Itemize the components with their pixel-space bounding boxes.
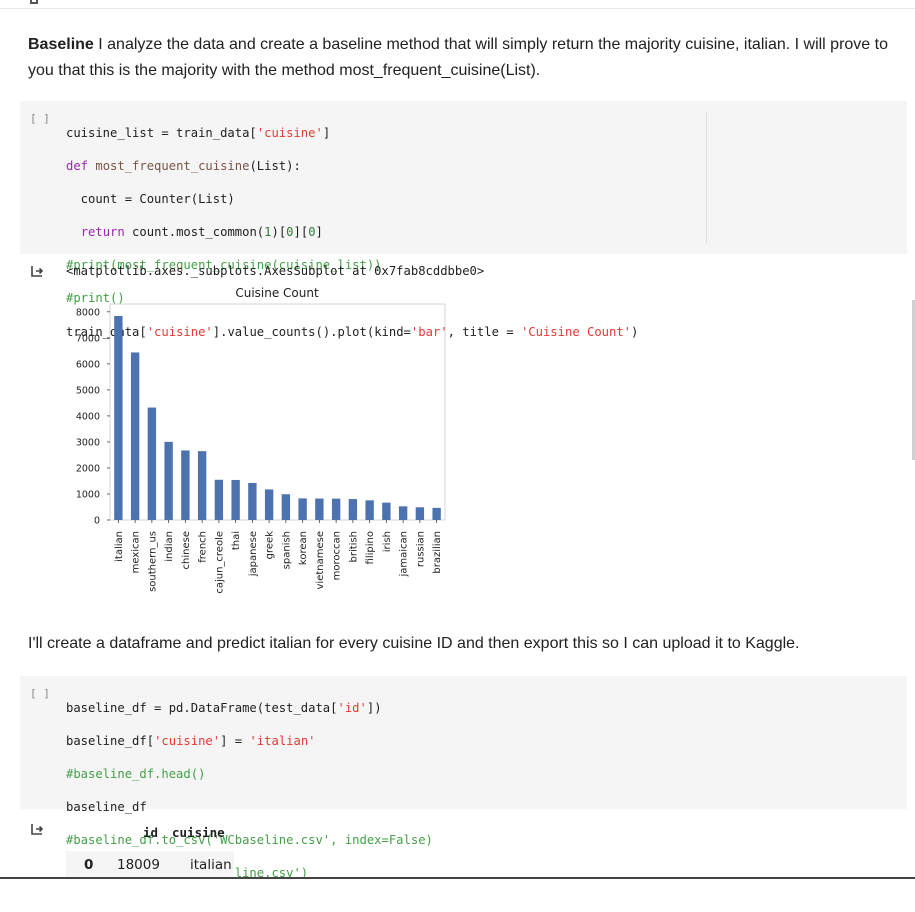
previous-cell-border [0, 0, 915, 9]
x-tick-label: filipino [365, 531, 376, 564]
bar-vietnamese [315, 498, 324, 520]
x-tick-label: french [198, 531, 209, 563]
x-tick-label: korean [298, 531, 309, 565]
y-tick-label: 7000 [76, 333, 100, 344]
markdown-cell-baseline: Baseline I analyze the data and create a… [28, 32, 898, 84]
chart-title: Cuisine Count [235, 286, 319, 300]
y-tick-label: 5000 [76, 385, 100, 396]
bar-italian [114, 316, 123, 520]
x-tick-label: british [348, 531, 359, 562]
x-tick-label: thai [231, 531, 242, 550]
bar-greek [264, 489, 274, 520]
markdown-cell-dataframe: I'll create a dataframe and predict ital… [28, 635, 800, 652]
bar-chinese [181, 450, 190, 520]
bar-japanese [248, 482, 257, 520]
x-tick-label: indian [164, 531, 175, 562]
bar-thai [231, 479, 240, 520]
x-tick-label: moroccan [332, 531, 343, 580]
plot-area [109, 303, 446, 521]
bar-british [348, 499, 358, 520]
collapse-marker-icon [30, 0, 38, 4]
output-repr-text: <matplotlib.axes._subplots.AxesSubplot a… [66, 264, 485, 278]
x-tick-label: mexican [131, 531, 142, 573]
bar-russian [415, 507, 425, 520]
x-tick-label: southern_us [147, 531, 158, 592]
bar-mexican [130, 352, 140, 520]
bar-jamaican [398, 506, 408, 520]
output-arrow-icon[interactable] [30, 264, 44, 278]
x-tick-label: japanese [248, 531, 259, 577]
y-tick-label: 6000 [76, 359, 100, 370]
df-column-id: id [143, 825, 159, 840]
code-cell-1[interactable]: [ ] cuisine_list = train_data['cuisine']… [20, 101, 907, 339]
y-tick-label: 0 [94, 516, 100, 527]
x-tick-label: greek [265, 531, 276, 560]
code-cell-2[interactable]: [ ] baseline_df = pd.DataFrame(test_data… [20, 676, 907, 880]
run-cell-button[interactable]: [ ] [30, 112, 50, 125]
x-tick-label: italian [114, 531, 125, 562]
x-tick-label: irish [382, 531, 393, 552]
df-cell-id: 18009 [117, 857, 160, 873]
x-tick-label: brazilian [432, 531, 443, 574]
x-tick-label: cajun_creole [214, 531, 225, 594]
y-tick-label: 1000 [76, 489, 100, 500]
x-tick-label: chinese [181, 531, 192, 569]
bar-filipino [365, 500, 374, 520]
bar-irish [382, 502, 391, 520]
bars [114, 316, 441, 520]
y-tick-label: 2000 [76, 463, 100, 474]
markdown-text: I analyze the data and create a baseline… [28, 36, 888, 79]
df-row-index: 0 [84, 857, 94, 873]
y-tick-label: 3000 [76, 437, 100, 448]
bar-french [197, 451, 207, 520]
x-tick-label: vietnamese [315, 531, 326, 590]
bar-indian [164, 441, 173, 520]
bar-cajun_creole [214, 479, 224, 520]
x-tick-label: russian [415, 531, 426, 567]
y-axis: 0 1000 2000 3000 4000 5000 6000 7000 8000 [76, 307, 110, 527]
editor-ruler [706, 111, 707, 244]
cuisine-count-bar-chart: Cuisine Count 0 1000 2000 3000 4000 5000 6000 7… [76, 286, 446, 594]
bar-southern_us [147, 407, 157, 520]
x-tick-label: spanish [281, 531, 292, 569]
y-tick-label: 4000 [76, 411, 100, 422]
bar-moroccan [331, 498, 341, 520]
df-column-cuisine: cuisine [172, 825, 225, 840]
markdown-bold-heading: Baseline [28, 36, 94, 53]
bar-brazilian [432, 507, 441, 520]
run-cell-button[interactable]: [ ] [30, 687, 50, 700]
y-tick-label: 8000 [76, 307, 100, 318]
output-arrow-icon[interactable] [30, 822, 44, 836]
df-cell-cuisine: italian [190, 857, 232, 873]
x-tick-label: jamaican [399, 531, 410, 578]
bar-korean [298, 498, 307, 520]
bar-spanish [281, 494, 291, 520]
x-axis: italian mexican southern_us indian chinese fr… [114, 520, 443, 594]
